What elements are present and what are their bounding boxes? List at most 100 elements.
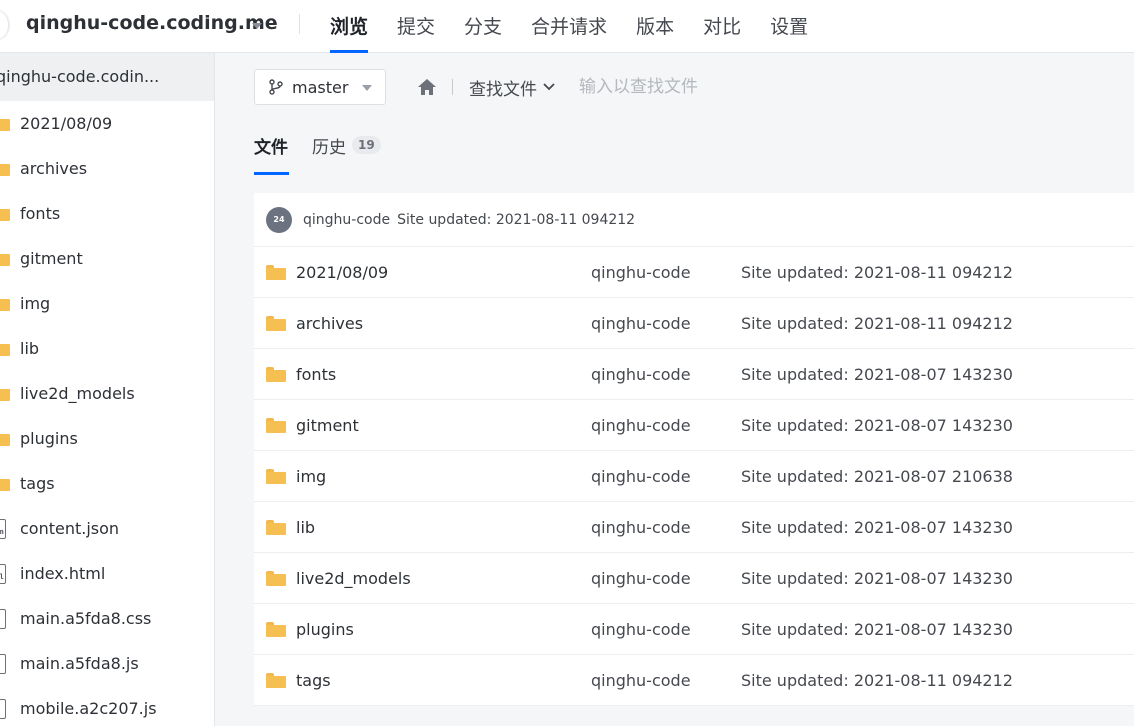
- table-row[interactable]: archives qinghu-code Site updated: 2021-08…: [254, 298, 1134, 349]
- file-commit-author[interactable]: qinghu-code: [591, 671, 691, 690]
- file-commit-author[interactable]: qinghu-code: [591, 569, 691, 588]
- file-name-link[interactable]: 2021/08/09: [296, 263, 388, 282]
- table-row[interactable]: lib qinghu-code Site updated: 2021-08-07 1…: [254, 502, 1134, 553]
- tab-files[interactable]: 文件: [254, 133, 289, 175]
- nav-settings[interactable]: 设置: [770, 0, 808, 53]
- folder-icon: [0, 296, 10, 311]
- folder-icon: [0, 116, 20, 131]
- sidebar-item[interactable]: 2021/08/09: [0, 101, 214, 146]
- repo-name[interactable]: qinghu-code.coding.me: [26, 12, 278, 34]
- table-row[interactable]: 2021/08/09 qinghu-code Site updated: 2021-…: [254, 247, 1134, 298]
- sidebar-item[interactable]: archives: [0, 146, 214, 191]
- avatar[interactable]: [0, 10, 8, 40]
- file-commit-author[interactable]: qinghu-code: [591, 365, 691, 384]
- file-icon: [0, 608, 6, 629]
- chevron-down-icon[interactable]: [252, 23, 262, 29]
- folder-icon: [0, 296, 20, 311]
- commit-author[interactable]: qinghu-code: [303, 212, 390, 228]
- file-name-link[interactable]: archives: [296, 314, 363, 333]
- file-commit-message[interactable]: Site updated: 2021-08-11 094212: [741, 263, 1013, 282]
- table-row[interactable]: tags qinghu-code Site updated: 2021-08-11 …: [254, 655, 1134, 706]
- file-commit-message[interactable]: Site updated: 2021-08-11 094212: [741, 671, 1013, 690]
- sidebar-item[interactable]: fonts: [0, 191, 214, 236]
- sidebar-root[interactable]: qinghu-code.codin...: [0, 53, 214, 101]
- file-commit-author[interactable]: qinghu-code: [591, 314, 691, 333]
- folder-icon: [0, 386, 10, 401]
- sidebar-item-label: lib: [20, 339, 40, 358]
- file-name-link[interactable]: tags: [296, 671, 331, 690]
- file-name-link[interactable]: live2d_models: [296, 569, 411, 588]
- file-tabs: 文件 历史 19: [254, 133, 405, 175]
- folder-icon: [266, 417, 296, 433]
- sidebar-item[interactable]: html index.html: [0, 551, 214, 596]
- sidebar-item[interactable]: lib: [0, 326, 214, 371]
- file-name-link[interactable]: img: [296, 467, 326, 486]
- tab-files-label: 文件: [254, 138, 288, 158]
- home-icon[interactable]: [416, 77, 438, 97]
- sidebar-item[interactable]: gitment: [0, 236, 214, 281]
- file-name-link[interactable]: fonts: [296, 365, 336, 384]
- sidebar-item-label: plugins: [20, 429, 78, 448]
- tab-history[interactable]: 历史 19: [312, 133, 381, 175]
- file-tree-sidebar: qinghu-code.codin... 2021/08/09 archives f…: [0, 53, 215, 726]
- table-row[interactable]: gitment qinghu-code Site updated: 2021-08-…: [254, 400, 1134, 451]
- commit-message[interactable]: Site updated: 2021-08-11 094212: [397, 212, 635, 228]
- sidebar-item[interactable]: plugins: [0, 416, 214, 461]
- file-commit-author[interactable]: qinghu-code: [591, 620, 691, 639]
- sidebar-item[interactable]: JS mobile.a2c207.js: [0, 686, 214, 726]
- find-file-input[interactable]: [579, 77, 779, 97]
- file-commit-message[interactable]: Site updated: 2021-08-07 143230: [741, 518, 1013, 537]
- avatar[interactable]: 24: [266, 206, 292, 233]
- nav-compare[interactable]: 对比: [703, 0, 741, 53]
- folder-icon: [266, 519, 296, 535]
- folder-icon: [266, 366, 296, 382]
- file-name-link[interactable]: gitment: [296, 416, 359, 435]
- folder-icon: [0, 386, 20, 401]
- find-file-button[interactable]: 查找文件: [469, 75, 555, 100]
- sidebar-item[interactable]: main.a5fda8.css: [0, 596, 214, 641]
- divider: [452, 79, 453, 95]
- sidebar-item-label: tags: [20, 474, 55, 493]
- sidebar-item[interactable]: tags: [0, 461, 214, 506]
- file-commit-message[interactable]: Site updated: 2021-08-07 143230: [741, 569, 1013, 588]
- sidebar-item[interactable]: live2d_models: [0, 371, 214, 416]
- nav-browse[interactable]: 浏览: [330, 0, 369, 53]
- nav-merge-requests[interactable]: 合并请求: [531, 0, 607, 53]
- sidebar-item-label: live2d_models: [20, 384, 135, 403]
- folder-icon: [0, 476, 20, 491]
- sidebar-item[interactable]: img: [0, 281, 214, 326]
- folder-icon: [0, 251, 10, 266]
- file-name-link[interactable]: lib: [296, 518, 315, 537]
- nav-releases[interactable]: 版本: [636, 0, 674, 53]
- table-row[interactable]: fonts qinghu-code Site updated: 2021-08-07…: [254, 349, 1134, 400]
- file-commit-author[interactable]: qinghu-code: [591, 416, 691, 435]
- branch-selector[interactable]: master: [254, 69, 386, 105]
- divider: [299, 14, 300, 34]
- find-file-label: 查找文件: [469, 79, 537, 100]
- file-commit-message[interactable]: Site updated: 2021-08-07 143230: [741, 416, 1013, 435]
- folder-icon: [266, 315, 296, 331]
- table-row[interactable]: live2d_models qinghu-code Site updated: 20…: [254, 553, 1134, 604]
- nav-commits[interactable]: 提交: [397, 0, 435, 53]
- folder-icon: [266, 468, 296, 484]
- file-commit-message[interactable]: Site updated: 2021-08-07 143230: [741, 365, 1013, 384]
- sidebar-item-label: mobile.a2c207.js: [20, 699, 157, 718]
- latest-commit-row: 24 qinghu-code Site updated: 2021-08-11 …: [254, 193, 1134, 247]
- table-row[interactable]: plugins qinghu-code Site updated: 2021-08-…: [254, 604, 1134, 655]
- js-file-icon: JS: [0, 653, 20, 674]
- folder-icon: [266, 621, 286, 637]
- file-name-link[interactable]: plugins: [296, 620, 354, 639]
- main-nav: 浏览 提交 分支 合并请求 版本 对比 设置: [330, 0, 837, 53]
- file-commit-author[interactable]: qinghu-code: [591, 467, 691, 486]
- sidebar-item[interactable]: json content.json: [0, 506, 214, 551]
- folder-icon: [0, 341, 10, 356]
- file-commit-message[interactable]: Site updated: 2021-08-07 143230: [741, 620, 1013, 639]
- file-commit-message[interactable]: Site updated: 2021-08-11 094212: [741, 314, 1013, 333]
- file-commit-author[interactable]: qinghu-code: [591, 263, 691, 282]
- nav-branches[interactable]: 分支: [464, 0, 502, 53]
- file-commit-author[interactable]: qinghu-code: [591, 518, 691, 537]
- folder-icon: [0, 341, 20, 356]
- table-row[interactable]: img qinghu-code Site updated: 2021-08-07 2…: [254, 451, 1134, 502]
- file-commit-message[interactable]: Site updated: 2021-08-07 210638: [741, 467, 1013, 486]
- sidebar-item[interactable]: JS main.a5fda8.js: [0, 641, 214, 686]
